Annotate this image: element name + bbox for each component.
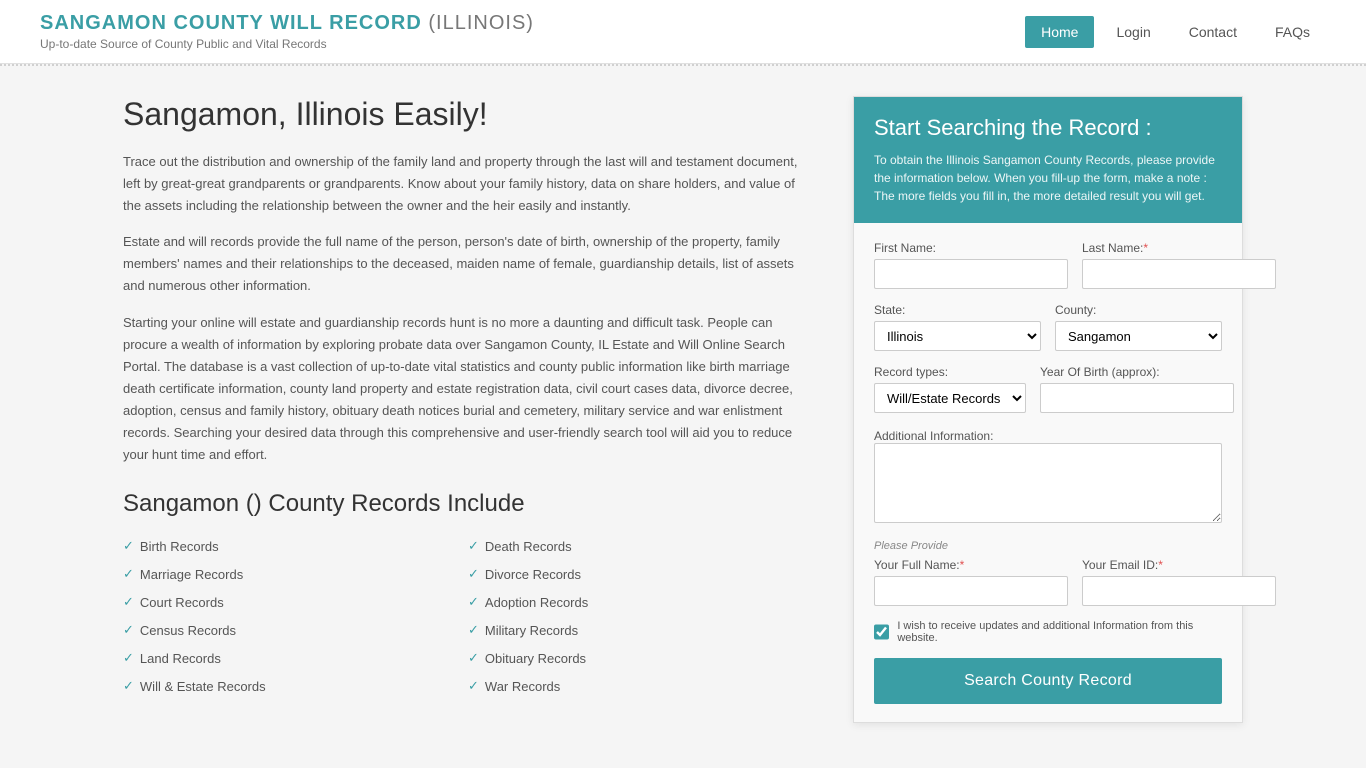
search-panel-title: Start Searching the Record : bbox=[874, 115, 1222, 141]
list-item: ✓ War Records bbox=[468, 674, 813, 698]
main-container: Sangamon, Illinois Easily! Trace out the… bbox=[83, 66, 1283, 753]
newsletter-checkbox[interactable] bbox=[874, 624, 889, 640]
check-icon: ✓ bbox=[123, 594, 134, 610]
main-nav: Home Login Contact FAQs bbox=[1025, 16, 1326, 48]
last-name-group: Last Name:* bbox=[1082, 241, 1276, 289]
search-panel-desc: To obtain the Illinois Sangamon County R… bbox=[874, 151, 1222, 205]
list-item: ✓ Divorce Records bbox=[468, 562, 813, 586]
check-icon: ✓ bbox=[123, 650, 134, 666]
newsletter-label[interactable]: I wish to receive updates and additional… bbox=[897, 620, 1222, 644]
county-group: County: Sangamon Cook DuPage Lake bbox=[1055, 303, 1222, 351]
state-county-row: State: Illinois Indiana Iowa Kansas Coun… bbox=[874, 303, 1222, 351]
list-item: ✓ Military Records bbox=[468, 618, 813, 642]
year-birth-input[interactable] bbox=[1040, 383, 1234, 413]
year-birth-group: Year Of Birth (approx): bbox=[1040, 365, 1234, 413]
list-item: ✓ Court Records bbox=[123, 590, 468, 614]
check-icon: ✓ bbox=[123, 678, 134, 694]
check-icon: ✓ bbox=[123, 538, 134, 554]
list-item: ✓ Marriage Records bbox=[123, 562, 468, 586]
additional-textarea[interactable] bbox=[874, 443, 1222, 523]
email-label: Your Email ID:* bbox=[1082, 558, 1276, 572]
full-name-label: Your Full Name:* bbox=[874, 558, 1068, 572]
search-county-record-button[interactable]: Search County Record bbox=[874, 658, 1222, 704]
check-icon: ✓ bbox=[123, 622, 134, 638]
name-row: First Name: Last Name:* bbox=[874, 241, 1222, 289]
search-panel-body: First Name: Last Name:* State: Illinois … bbox=[854, 223, 1242, 722]
email-input[interactable] bbox=[1082, 576, 1276, 606]
body-para1: Trace out the distribution and ownership… bbox=[123, 151, 813, 217]
last-name-label: Last Name:* bbox=[1082, 241, 1276, 255]
list-item: ✓ Will & Estate Records bbox=[123, 674, 468, 698]
full-name-group: Your Full Name:* bbox=[874, 558, 1068, 606]
left-content: Sangamon, Illinois Easily! Trace out the… bbox=[123, 96, 813, 698]
email-group: Your Email ID:* bbox=[1082, 558, 1276, 606]
record-types-label: Record types: bbox=[874, 365, 1026, 379]
check-icon: ✓ bbox=[468, 678, 479, 694]
record-types-group: Record types: Will/Estate Records Birth … bbox=[874, 365, 1026, 413]
body-para2: Estate and will records provide the full… bbox=[123, 231, 813, 297]
records-grid: ✓ Birth Records ✓ Death Records ✓ Marria… bbox=[123, 534, 813, 698]
nav-home[interactable]: Home bbox=[1025, 16, 1094, 48]
state-group: State: Illinois Indiana Iowa Kansas bbox=[874, 303, 1041, 351]
state-select[interactable]: Illinois Indiana Iowa Kansas bbox=[874, 321, 1041, 351]
county-select[interactable]: Sangamon Cook DuPage Lake bbox=[1055, 321, 1222, 351]
additional-group: Additional Information: bbox=[874, 427, 1222, 526]
first-name-label: First Name: bbox=[874, 241, 1068, 255]
list-item: ✓ Obituary Records bbox=[468, 646, 813, 670]
record-types-select[interactable]: Will/Estate Records Birth Records Death … bbox=[874, 383, 1026, 413]
county-label: County: bbox=[1055, 303, 1222, 317]
header-left: SANGAMON COUNTY WILL RECORD (ILLINOIS) U… bbox=[40, 12, 534, 51]
search-panel-header: Start Searching the Record : To obtain t… bbox=[854, 97, 1242, 223]
search-panel: Start Searching the Record : To obtain t… bbox=[853, 96, 1243, 723]
header: SANGAMON COUNTY WILL RECORD (ILLINOIS) U… bbox=[0, 0, 1366, 64]
first-name-group: First Name: bbox=[874, 241, 1068, 289]
nav-faqs[interactable]: FAQs bbox=[1259, 16, 1326, 48]
check-icon: ✓ bbox=[468, 566, 479, 582]
records-heading: Sangamon () County Records Include bbox=[123, 490, 813, 518]
page-heading: Sangamon, Illinois Easily! bbox=[123, 96, 813, 133]
check-icon: ✓ bbox=[468, 594, 479, 610]
state-label: State: bbox=[874, 303, 1041, 317]
list-item: ✓ Death Records bbox=[468, 534, 813, 558]
newsletter-checkbox-row: I wish to receive updates and additional… bbox=[874, 620, 1222, 644]
site-subtitle: Up-to-date Source of County Public and V… bbox=[40, 37, 534, 51]
list-item: ✓ Land Records bbox=[123, 646, 468, 670]
check-icon: ✓ bbox=[468, 538, 479, 554]
check-icon: ✓ bbox=[468, 622, 479, 638]
record-year-row: Record types: Will/Estate Records Birth … bbox=[874, 365, 1222, 413]
check-icon: ✓ bbox=[123, 566, 134, 582]
check-icon: ✓ bbox=[468, 650, 479, 666]
contact-row: Your Full Name:* Your Email ID:* bbox=[874, 558, 1222, 606]
provide-label: Please Provide bbox=[874, 540, 1222, 552]
first-name-input[interactable] bbox=[874, 259, 1068, 289]
year-birth-label: Year Of Birth (approx): bbox=[1040, 365, 1234, 379]
list-item: ✓ Adoption Records bbox=[468, 590, 813, 614]
nav-login[interactable]: Login bbox=[1100, 16, 1166, 48]
body-para3: Starting your online will estate and gua… bbox=[123, 312, 813, 467]
nav-contact[interactable]: Contact bbox=[1173, 16, 1253, 48]
list-item: ✓ Census Records bbox=[123, 618, 468, 642]
last-name-input[interactable] bbox=[1082, 259, 1276, 289]
site-title: SANGAMON COUNTY WILL RECORD (ILLINOIS) bbox=[40, 12, 534, 35]
list-item: ✓ Birth Records bbox=[123, 534, 468, 558]
additional-label: Additional Information: bbox=[874, 429, 993, 443]
full-name-input[interactable] bbox=[874, 576, 1068, 606]
